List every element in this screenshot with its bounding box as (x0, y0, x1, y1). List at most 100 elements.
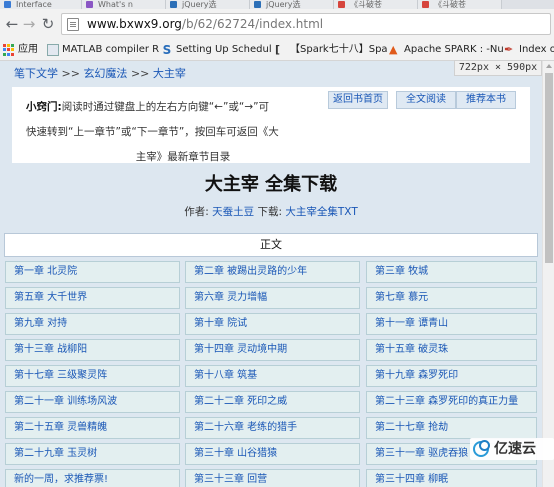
tab-favicon-icon (422, 1, 429, 8)
back-to-cover-button[interactable]: 返回书首页 (328, 91, 388, 109)
bookmark-apps[interactable]: 应用 (2, 42, 38, 58)
pen-icon: ✒ (504, 43, 514, 56)
bookmark-label: Setting Up Schedul (176, 44, 272, 55)
bookmark-label: Index o (519, 44, 554, 55)
toc-header: 正文 (4, 233, 538, 257)
author-link[interactable]: 天蚕土豆 (212, 206, 254, 218)
breadcrumb-separator: >> (130, 67, 150, 80)
browser-toolbar: ← → ↻ www.bxwx9.org/b/62/62724/index.htm… (0, 9, 554, 39)
breadcrumb-separator: >> (61, 67, 80, 80)
vertical-scrollbar[interactable] (542, 61, 554, 487)
bookmark-label: Apache SPARK : -Nu (404, 44, 504, 55)
browser-tab[interactable]: What's n (82, 0, 166, 9)
chapter-link[interactable]: 第二章 被踢出灵路的少年 (185, 261, 360, 283)
book-title: 大主宰 全集下载 (204, 174, 338, 195)
chapter-link[interactable]: 第二十二章 死印之威 (185, 391, 360, 413)
scroll-thumb[interactable] (545, 73, 553, 263)
browser-tab[interactable]: jQuery选 (166, 0, 250, 9)
chapter-link[interactable]: 第三十四章 柳眠 (366, 469, 537, 487)
scroll-up-icon[interactable] (546, 64, 552, 68)
s-icon: S (162, 43, 172, 57)
chapter-link[interactable]: 第十八章 筑基 (185, 365, 360, 387)
breadcrumb-link[interactable]: 笔下文学 (14, 67, 58, 80)
matlab-icon (47, 44, 59, 56)
tab-title: What's n (98, 0, 133, 9)
tip-text: 阅读时通过键盘上的左右方向键“←”或“→”可 (61, 101, 270, 113)
watermark-text: 亿速云 (494, 441, 536, 457)
chapter-link[interactable]: 第六章 灵力增幅 (185, 287, 360, 309)
tip-line-1: 小窍门:阅读时通过键盘上的左右方向键“←”或“→”可 (26, 101, 269, 113)
tab-title: 《斗破苍 (350, 0, 382, 9)
tip-line-3: 主宰》最新章节目录 (135, 151, 231, 163)
tab-title: jQuery选 (266, 0, 301, 9)
chapter-link[interactable]: 第三十章 山谷猎猿 (185, 443, 360, 465)
watermark: 亿速云 (470, 438, 554, 460)
download-link[interactable]: 大主宰全集TXT (285, 206, 357, 218)
browser-tab[interactable]: Interface (0, 0, 82, 9)
address-bar[interactable]: www.bxwx9.org/b/62/62724/index.html (61, 13, 551, 35)
tab-title: 《斗破苍 (434, 0, 466, 9)
tab-favicon-icon (86, 1, 93, 8)
full-read-button[interactable]: 全文阅读 (396, 91, 456, 109)
bookmark-matlab[interactable]: MATLAB compiler R (46, 42, 159, 58)
bracket-icon: [ (275, 43, 281, 56)
keyboard-tip: 小窍门:阅读时通过键盘上的左右方向键“←”或“→”可 快速转到“上一章节”或“下… (26, 95, 320, 170)
chapter-link[interactable]: 第三十三章 回营 (185, 469, 360, 487)
bookmark-label: 应用 (18, 44, 38, 55)
chapter-link[interactable]: 第二十七章 抢劫 (366, 417, 537, 439)
tab-title: jQuery选 (182, 0, 217, 9)
tip-label: 小窍门: (26, 101, 62, 113)
chapter-link[interactable]: 第二十三章 森罗死印的真正力量 (366, 391, 537, 413)
chapter-link[interactable]: 第二十六章 老练的猎手 (185, 417, 360, 439)
apps-icon (3, 44, 15, 56)
chapter-link[interactable]: 第七章 慕元 (366, 287, 537, 309)
browser-tab[interactable]: 《斗破苍 (418, 0, 502, 9)
forward-arrow-icon[interactable]: → (20, 15, 38, 33)
chapter-link[interactable]: 第一章 北灵院 (5, 261, 180, 283)
page-content: 笔下文学 >> 玄幻魔法 >> 大主宰 小窍门:阅读时通过键盘上的左右方向键“←… (0, 61, 542, 487)
chapter-link[interactable]: 第十五章 破灵珠 (366, 339, 537, 361)
page-icon (67, 18, 79, 31)
bookmark-apache-spark[interactable]: ▲ Apache SPARK : -Nu (388, 42, 504, 58)
tab-favicon-icon (170, 1, 177, 8)
tab-strip: Interface What's n jQuery选 jQuery选 《斗破苍 … (0, 0, 554, 9)
bookmarks-bar: 应用 MATLAB compiler R S Setting Up Schedu… (0, 39, 554, 61)
chapter-link[interactable]: 第二十一章 训练场风波 (5, 391, 180, 413)
chapter-link[interactable]: 第二十九章 玉灵树 (5, 443, 180, 465)
chapter-link[interactable]: 新的一周，求推荐票! (5, 469, 180, 487)
back-arrow-icon[interactable]: ← (3, 15, 21, 33)
pin-icon: ▲ (389, 43, 398, 56)
bookmark-label: MATLAB compiler R (62, 44, 160, 55)
bookmark-index[interactable]: ✒ Index o (503, 42, 554, 58)
bookmark-label: 【Spark七十八】Spa (290, 44, 388, 55)
breadcrumb-link[interactable]: 玄幻魔法 (83, 67, 127, 80)
chapter-link[interactable]: 第二十五章 灵兽精魄 (5, 417, 180, 439)
cloud-logo-icon (473, 440, 490, 457)
reload-icon[interactable]: ↻ (39, 15, 57, 33)
chapter-link[interactable]: 第九章 对持 (5, 313, 180, 335)
browser-tab[interactable]: jQuery选 (250, 0, 334, 9)
chapter-link[interactable]: 第十三章 战柳阳 (5, 339, 180, 361)
download-label: 下载: (257, 206, 283, 218)
chapter-list: 正文 第一章 北灵院 第二章 被踢出灵路的少年 第三章 牧城第五章 大千世界 第六章 … (3, 231, 539, 487)
bookmark-spark[interactable]: [ 【Spark七十八】Spa (274, 42, 388, 58)
tip-line-2: 快速转到“上一章节”或“下一章节”，按回车可返回《大 (26, 126, 279, 138)
url-path: /b/62/62724/index.html (181, 17, 324, 31)
tab-favicon-icon (254, 1, 261, 8)
url-text[interactable]: www.bxwx9.org/b/62/62724/index.html (87, 17, 323, 32)
chapter-link[interactable]: 第十一章 谭青山 (366, 313, 537, 335)
chapter-link[interactable]: 第十章 院试 (185, 313, 360, 335)
chapter-link[interactable]: 第五章 大千世界 (5, 287, 180, 309)
chapter-link[interactable]: 第十七章 三级聚灵阵 (5, 365, 180, 387)
chapter-link[interactable]: 第三章 牧城 (366, 261, 537, 283)
recommend-button[interactable]: 推荐本书 (456, 91, 516, 109)
browser-tab[interactable]: 《斗破苍 (334, 0, 418, 9)
chapter-link[interactable]: 第十九章 森罗死印 (366, 365, 537, 387)
breadcrumb: 笔下文学 >> 玄幻魔法 >> 大主宰 (14, 67, 186, 81)
tip-box: 小窍门:阅读时通过键盘上的左右方向键“←”或“→”可 快速转到“上一章节”或“下… (12, 87, 530, 163)
chapter-link[interactable]: 第十四章 灵动境中期 (185, 339, 360, 361)
tab-title: Interface (16, 0, 52, 9)
bookmark-setting-up[interactable]: S Setting Up Schedul (160, 42, 272, 58)
breadcrumb-link[interactable]: 大主宰 (153, 67, 186, 80)
author-label: 作者: (184, 206, 209, 218)
